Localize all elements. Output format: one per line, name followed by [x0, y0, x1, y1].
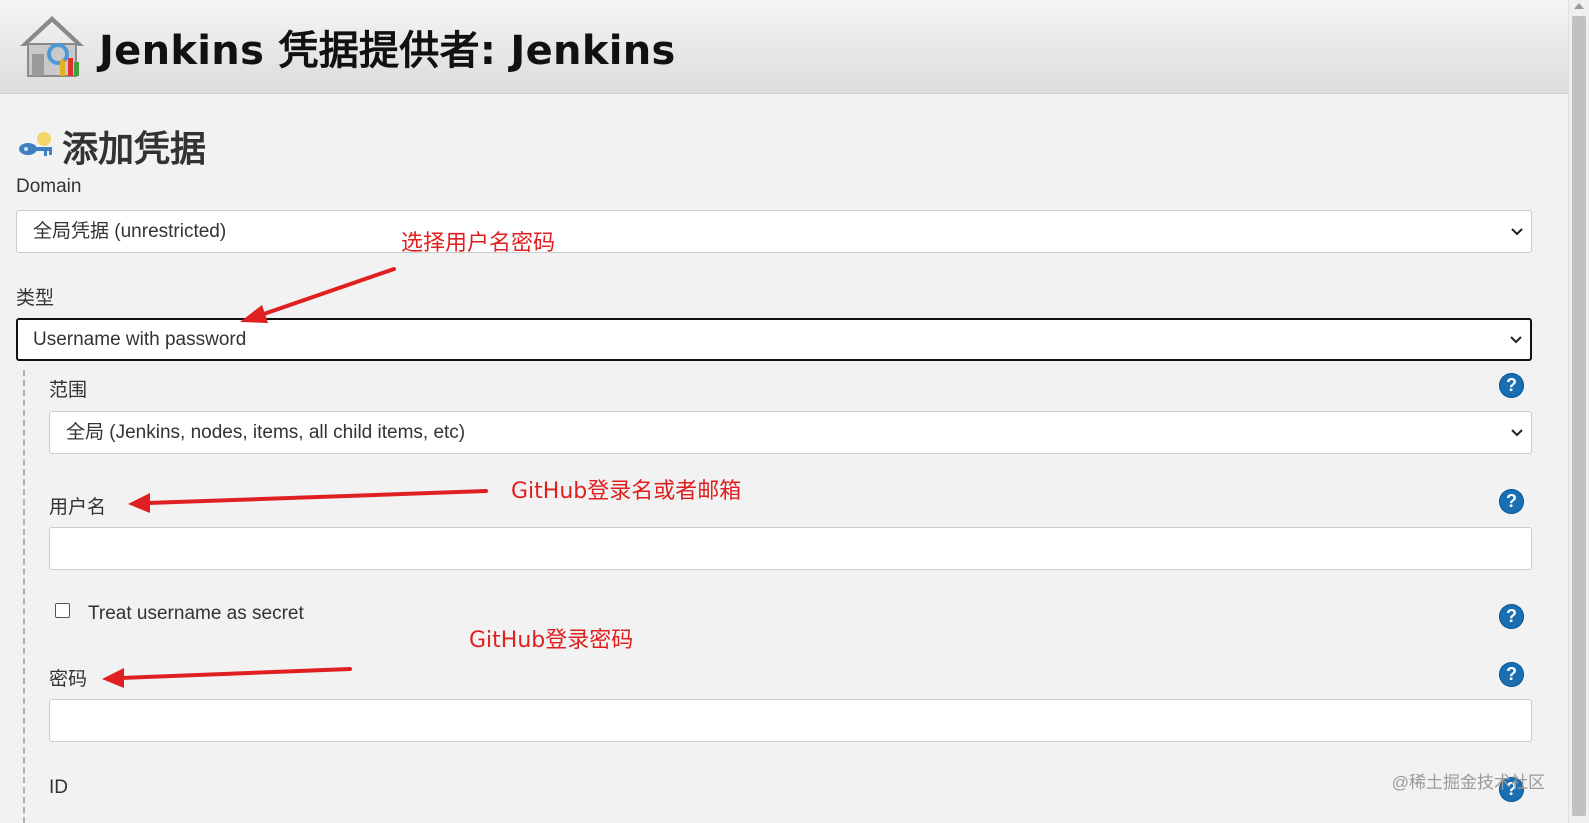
- type-label: 类型: [16, 288, 55, 309]
- nested-section-divider: [23, 370, 25, 823]
- password-input[interactable]: [49, 699, 1532, 742]
- page-title: 添加凭据: [62, 129, 207, 170]
- page-header: Jenkins 凭据提供者: Jenkins: [0, 0, 1569, 94]
- domain-label: Domain: [16, 176, 82, 197]
- arrow-to-type-select: [256, 267, 396, 318]
- scope-select-value: 全局 (Jenkins, nodes, items, all child ite…: [66, 422, 466, 443]
- annotation-select-type: 选择用户名密码: [401, 231, 556, 256]
- username-input[interactable]: [49, 527, 1532, 570]
- arrow-head-password: [102, 668, 124, 688]
- type-select-value: Username with password: [33, 329, 247, 350]
- annotation-password-hint: GitHub登录密码: [469, 628, 634, 653]
- arrow-to-username: [146, 489, 488, 505]
- scrollbar-thumb[interactable]: [1572, 16, 1586, 816]
- scope-select[interactable]: 全局 (Jenkins, nodes, items, all child ite…: [49, 411, 1532, 454]
- treat-username-secret-label[interactable]: Treat username as secret: [88, 603, 304, 625]
- key-icon: [19, 132, 52, 156]
- watermark: @稀土掘金技术社区: [1391, 773, 1545, 792]
- page-title-row: 添加凭据: [16, 120, 206, 172]
- id-label: ID: [49, 777, 68, 798]
- chevron-down-icon: [1510, 335, 1522, 343]
- vertical-scrollbar[interactable]: [1568, 0, 1589, 823]
- header-title: Jenkins 凭据提供者: Jenkins: [99, 28, 676, 74]
- domain-select[interactable]: 全局凭据 (unrestricted): [16, 210, 1532, 253]
- username-help-icon[interactable]: ?: [1499, 489, 1524, 514]
- arrow-to-password: [120, 667, 352, 680]
- scroll-up-icon[interactable]: [1574, 3, 1584, 9]
- username-label: 用户名: [49, 497, 107, 518]
- treat-secret-help-icon[interactable]: ?: [1499, 604, 1524, 629]
- scope-help-icon[interactable]: ?: [1499, 373, 1524, 398]
- annotation-username-hint: GitHub登录名或者邮箱: [511, 479, 742, 504]
- chevron-down-icon: [1511, 227, 1523, 235]
- type-select[interactable]: Username with password: [16, 318, 1532, 361]
- password-help-icon[interactable]: ?: [1499, 662, 1524, 687]
- chevron-down-icon: [1511, 428, 1523, 436]
- arrow-head-username: [128, 493, 150, 513]
- password-label: 密码: [49, 669, 88, 690]
- scope-label: 范围: [49, 380, 88, 401]
- credentials-logo-icon: [20, 16, 84, 77]
- domain-select-value: 全局凭据 (unrestricted): [33, 221, 227, 242]
- treat-username-secret-checkbox[interactable]: [55, 603, 70, 618]
